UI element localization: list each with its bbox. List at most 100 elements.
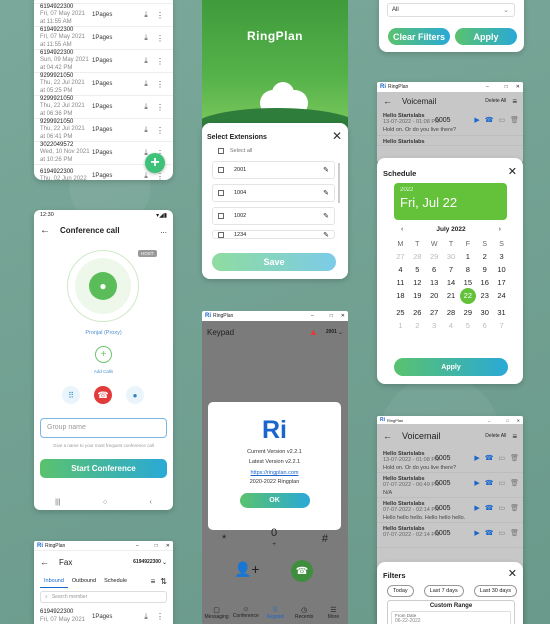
checkbox-icon[interactable] [218,190,224,196]
group-name-input[interactable]: Group name [40,418,167,438]
search-box[interactable]: ⌕ Search member [40,591,167,603]
selected-year[interactable]: 2022 [400,187,501,193]
home-nav-icon[interactable]: ○ [103,499,107,506]
from-date-field[interactable]: From Date 06-22-2022 [391,611,511,624]
chat-icon[interactable]: ▭ [498,479,505,487]
calendar-day[interactable]: 13 [426,278,443,287]
back-nav-icon[interactable]: ‹ [149,499,151,506]
delete-all-button[interactable]: Delete All [485,98,506,104]
next-month-icon[interactable]: › [499,226,501,233]
calendar-day[interactable]: 22 [459,288,476,304]
tab-inbound[interactable]: Inbound [40,575,68,588]
calendar-day[interactable]: 5 [409,265,426,274]
back-arrow-icon[interactable]: ← [383,431,392,441]
edit-icon[interactable]: ✎ [323,166,329,174]
apply-filters-button[interactable]: Apply [455,28,517,45]
more-menu-icon[interactable]: ⋮ [153,57,167,66]
call-button[interactable]: ☎ [291,560,313,582]
phone-icon[interactable]: ☎ [485,116,494,124]
play-icon[interactable]: ▶ [474,116,479,124]
calendar-day[interactable]: 21 [443,291,460,304]
calendar-day[interactable]: 4 [443,321,460,330]
phone-icon[interactable]: ☎ [485,529,494,537]
play-icon[interactable]: ▶ [474,529,479,537]
extension-row[interactable]: 1234 ✎ [212,230,335,239]
checkbox-icon[interactable] [218,167,224,173]
voicemail-row[interactable]: Hello Startslabs 07-07-2022 - 02:14 PM Hel… [377,498,523,523]
checkbox-icon[interactable] [218,231,224,238]
tab-more[interactable]: ☰ More [319,604,348,624]
close-icon[interactable]: ✕ [517,418,520,423]
calendar-day[interactable]: 27 [392,252,409,261]
calendar-day[interactable]: 27 [426,308,443,317]
calendar-day[interactable]: 6 [476,321,493,330]
key-hash[interactable]: # [322,533,328,545]
calendar-day[interactable]: 6 [426,265,443,274]
fax-row[interactable]: 6194922300 Sun, 09 May 2021 at 04:42 PM 1Pa… [34,50,173,73]
phone-icon[interactable]: ☎ [485,479,494,487]
calendar-day[interactable]: 29 [459,308,476,317]
back-arrow-icon[interactable]: ← [40,225,50,236]
calendar-day[interactable]: 5 [459,321,476,330]
trash-icon[interactable]: 🗑 [510,504,519,512]
fax-number-selector[interactable]: 6194922300 [133,559,161,565]
calendar-day[interactable]: 14 [443,278,460,287]
edit-icon[interactable]: ✎ [323,189,329,197]
download-icon[interactable]: ⤓ [139,33,153,43]
fax-row[interactable]: 6194922300 Fri, 07 May 2021 1Pages ⤓ ⋮ [34,605,173,624]
trash-icon[interactable]: 🗑 [510,454,519,462]
extension-row[interactable]: 1002 ✎ [212,207,335,225]
voicemail-row[interactable]: Hello Startslabs 07-07-2022 - 02:14 PM 600… [377,523,523,548]
calendar-day[interactable]: 28 [409,252,426,261]
voicemail-row[interactable]: Hello Startslabs 13-07-2022 - 01:08 PM Hol… [377,448,523,473]
calendar-day[interactable]: 12 [409,278,426,287]
download-icon[interactable]: ⤓ [139,102,153,112]
extension-row[interactable]: 1004 ✎ [212,184,335,202]
filter-icon[interactable]: ≡ [512,432,517,441]
trash-icon[interactable]: 🗑 [510,529,519,537]
more-menu-icon[interactable]: ⋮ [153,11,167,20]
fax-row[interactable]: 9299921050 Thu, 22 Jul 2021 at 06:36 PM 1Pa… [34,96,173,119]
more-menu-icon[interactable]: ⋮ [153,126,167,135]
minimize-icon[interactable]: – [311,313,314,319]
calendar-day[interactable]: 25 [392,308,409,317]
tab-keypad[interactable]: ⠿ Keypad [260,604,289,624]
extension-row[interactable]: 2001 ✎ [212,161,335,179]
tab-conference[interactable]: ☺ Conference [231,604,260,624]
more-menu-icon[interactable]: ⋮ [153,103,167,112]
minimize-icon[interactable]: – [136,543,139,549]
start-conference-button[interactable]: Start Conference [40,459,167,478]
close-icon[interactable]: ✕ [341,313,345,319]
calendar-day[interactable]: 3 [493,252,510,261]
select-all-row[interactable]: Select all [218,148,252,154]
quick-filter-button[interactable]: Last 30 days [473,585,517,597]
calendar-day[interactable]: 31 [493,308,510,317]
trash-icon[interactable]: 🗑 [510,479,519,487]
play-icon[interactable]: ▶ [474,504,479,512]
tab-outbound[interactable]: Outbound [68,575,100,587]
download-icon[interactable]: ⤓ [139,79,153,89]
key-star[interactable]: * [222,533,226,545]
calendar-day[interactable]: 4 [392,265,409,274]
calendar-day[interactable]: 24 [493,291,510,304]
close-icon[interactable]: ✕ [508,165,517,178]
calendar-day[interactable]: 3 [426,321,443,330]
calendar-day[interactable]: 1 [392,321,409,330]
download-icon[interactable]: ⤓ [139,56,153,66]
fax-row[interactable]: 9299921050 Thu, 22 Jul 2021 at 05:25 PM 1Pa… [34,73,173,96]
apply-button[interactable]: Apply [394,358,508,376]
calendar-day[interactable]: 19 [409,291,426,304]
calendar-day[interactable]: 26 [409,308,426,317]
contacts-button[interactable]: ● [126,386,144,404]
end-call-button[interactable]: ☎ [94,386,112,404]
calendar-day[interactable]: 11 [392,278,409,287]
add-fax-fab-button[interactable]: + [145,153,165,173]
chat-icon[interactable]: ▭ [498,504,505,512]
chevron-down-icon[interactable]: ⌄ [162,559,167,566]
fax-row[interactable]: 6194922300 Fri, 07 May 2021 at 11:55 AM 1Pa… [34,27,173,50]
calendar-day[interactable]: 9 [476,265,493,274]
voicemail-row[interactable]: Hello Startslabs 13-07-2022 - 01:08 PM Hol… [377,110,523,136]
calendar-day[interactable]: 7 [443,265,460,274]
close-icon[interactable]: ✕ [332,129,342,143]
calendar-day[interactable]: 1 [459,252,476,261]
